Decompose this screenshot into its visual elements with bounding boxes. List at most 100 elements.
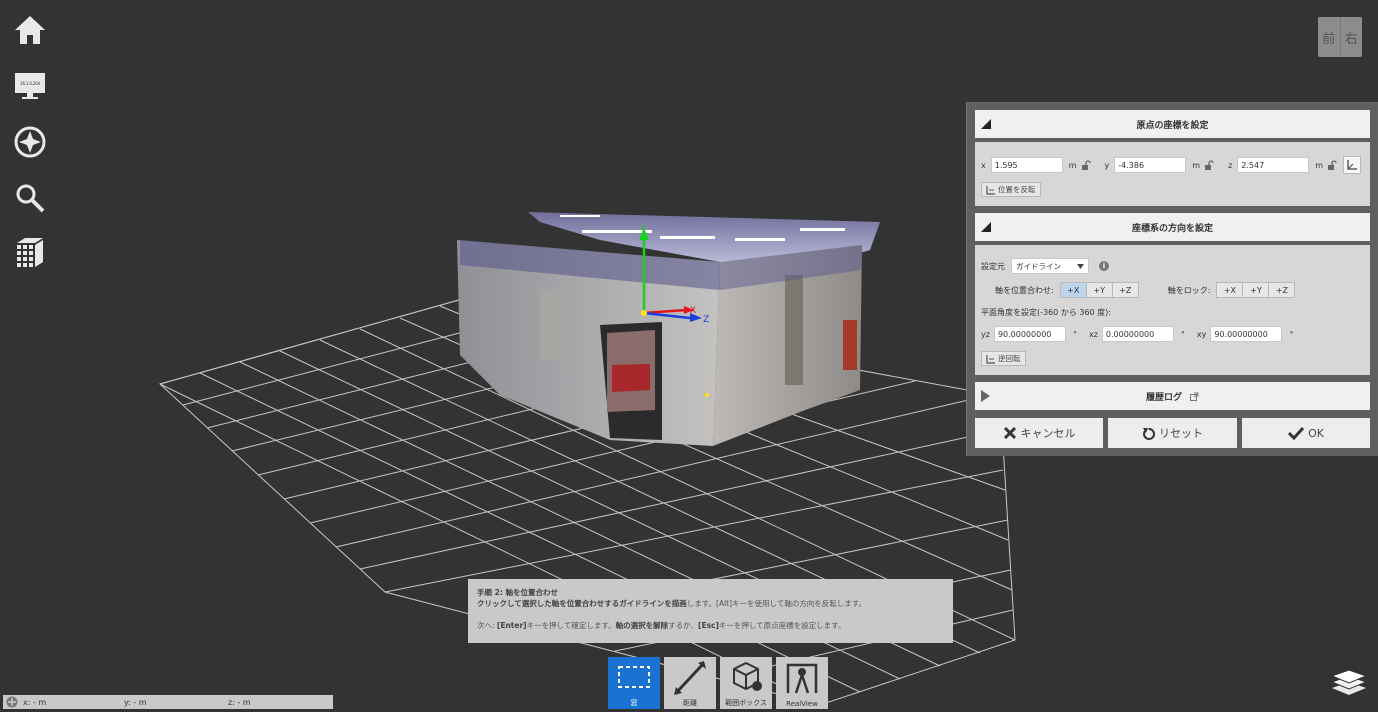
monitor-ip-label: 26.1.0.204 (20, 81, 40, 86)
instruction-deselect-axis: 軸の選択を解除 (615, 621, 669, 630)
x-unit: m (1068, 160, 1077, 170)
close-icon (1003, 426, 1016, 440)
search-icon (16, 184, 45, 213)
xz-label: xz (1088, 329, 1098, 339)
lock-plus-x-button[interactable]: +X (1216, 282, 1244, 298)
cursor-coordinates: x: - m y: - m z: - m (3, 695, 333, 709)
monitor-button[interactable]: 26.1.0.204 (10, 66, 50, 106)
unlock-icon[interactable] (1204, 160, 1214, 170)
info-icon[interactable]: i (1099, 261, 1109, 271)
monitor-icon (15, 73, 45, 99)
range-box-tool-label: 範囲ボックス (725, 699, 767, 707)
coord-x: x: - m (23, 697, 47, 707)
view-cube-front[interactable]: 前 (1318, 17, 1340, 57)
navigation-button[interactable] (10, 122, 50, 162)
measure-toolbar: 窓 距離 範囲ボックス RealView (608, 657, 832, 709)
instruction-enter-key: [Enter] (496, 621, 527, 630)
distance-tool-button[interactable]: 距離 (664, 657, 716, 709)
orientation-section-body: 設定元 ガイドライン i 軸を位置合わせ: +X +Y +Z 軸をロック: +X… (975, 245, 1370, 375)
source-select[interactable]: ガイドライン (1011, 258, 1089, 274)
cancel-button[interactable]: キャンセル (975, 418, 1103, 448)
align-plus-z-button[interactable]: +Z (1111, 282, 1139, 298)
origin-section-title: 原点の座標を設定 (1136, 120, 1209, 131)
target-icon (6, 696, 18, 708)
axes-icon (986, 354, 995, 364)
yz-degree: ° (1072, 329, 1077, 339)
view-cube-right[interactable]: 右 (1339, 17, 1363, 57)
expand-triangle-icon (981, 390, 990, 402)
y-field[interactable] (1114, 157, 1187, 173)
align-plus-x-button[interactable]: +X (1059, 282, 1087, 298)
point-cloud[interactable] (457, 212, 880, 446)
orientation-section-title: 座標系の方向を設定 (1131, 223, 1213, 234)
reverse-rotation-label: 逆回転 (998, 354, 1021, 363)
check-icon (1288, 426, 1305, 440)
coord-y: y: - m (124, 697, 147, 707)
reverse-rotation-button[interactable]: 逆回転 (981, 351, 1026, 366)
align-axis-label: 軸を位置合わせ: (995, 285, 1054, 295)
xy-degree: ° (1289, 329, 1294, 339)
align-axis-buttons: +X +Y +Z (1059, 282, 1139, 298)
z-field[interactable] (1237, 157, 1310, 173)
unlock-icon[interactable] (1081, 160, 1091, 170)
layers-button[interactable] (1330, 668, 1368, 698)
flip-position-label: 位置を反転 (998, 185, 1036, 194)
reset-icon (1143, 427, 1155, 440)
axis-z-label: Z (703, 315, 709, 325)
instruction-next-text-2: するか、 (668, 621, 699, 630)
realview-tool-button[interactable]: RealView (776, 657, 828, 709)
pick-origin-button[interactable] (1343, 156, 1362, 174)
chevron-down-icon (1077, 263, 1084, 269)
grid-cube-icon (17, 238, 43, 267)
window-tool-button[interactable]: 窓 (608, 657, 660, 709)
x-field[interactable] (990, 157, 1063, 173)
unlock-icon[interactable] (1327, 160, 1337, 170)
instruction-line1: します。[Alt]キーを使用して軸の方向を反転します。 (686, 599, 867, 608)
realview-tool-label: RealView (786, 700, 818, 708)
instruction-panel: 手順 2: 軸を位置合わせ クリックして選択した軸を位置合わせするガイドラインを… (468, 579, 953, 643)
view-cube[interactable]: 前 右 (1318, 17, 1362, 57)
range-box-tool-button[interactable]: 範囲ボックス (720, 657, 772, 709)
history-section-header[interactable]: 履歴ログ (975, 382, 1370, 410)
external-link-icon[interactable] (1190, 392, 1199, 401)
scan-manager-button[interactable] (10, 234, 50, 274)
distance-icon (674, 661, 706, 695)
home-button[interactable] (10, 10, 50, 50)
yz-angle-field[interactable] (993, 326, 1066, 342)
origin-section-body: x m y m z m 位置を反転 (975, 142, 1370, 206)
flip-position-button[interactable]: 位置を反転 (981, 182, 1041, 197)
z-unit: m (1315, 160, 1324, 170)
axes-icon (986, 185, 995, 195)
search-button[interactable] (10, 178, 50, 218)
lock-plus-z-button[interactable]: +Z (1268, 282, 1296, 298)
origin-section-header[interactable]: 原点の座標を設定 (975, 110, 1370, 138)
orientation-section-header[interactable]: 座標系の方向を設定 (975, 213, 1370, 241)
left-toolbar: 26.1.0.204 (10, 10, 50, 290)
yz-label: yz (981, 329, 990, 339)
xz-angle-field[interactable] (1101, 326, 1174, 342)
instruction-next-text: キーを押して確定します。 (526, 621, 616, 630)
layers-icon (1330, 669, 1368, 695)
lock-plus-y-button[interactable]: +Y (1242, 282, 1270, 298)
reset-button[interactable]: リセット (1108, 418, 1237, 448)
axis-y-label: Y (639, 225, 646, 235)
axes-icon (1347, 160, 1358, 170)
xz-degree: ° (1180, 329, 1185, 339)
lock-axis-buttons: +X +Y +Z (1216, 282, 1296, 298)
coord-z: z: - m (228, 697, 251, 707)
ok-button[interactable]: OK (1242, 418, 1370, 448)
compass-icon (14, 126, 46, 158)
collapse-triangle-icon (981, 222, 991, 232)
collapse-triangle-icon (981, 119, 991, 129)
distance-tool-label: 距離 (683, 699, 697, 707)
instruction-step-title: 手順 2: 軸を位置合わせ (477, 588, 558, 597)
y-unit: m (1192, 160, 1201, 170)
align-plus-y-button[interactable]: +Y (1085, 282, 1113, 298)
plane-angle-label: 平面角度を設定(-360 から 360 度): (981, 308, 1111, 317)
xy-angle-field[interactable] (1210, 326, 1283, 342)
cancel-label: キャンセル (1020, 427, 1076, 440)
instruction-line1-bold: クリックして選択した軸を位置合わせするガイドラインを描画 (477, 599, 687, 608)
instruction-esc-key: [Esc] (698, 621, 719, 630)
z-label: z (1228, 160, 1233, 170)
history-section-title: 履歴ログ (1145, 392, 1182, 403)
